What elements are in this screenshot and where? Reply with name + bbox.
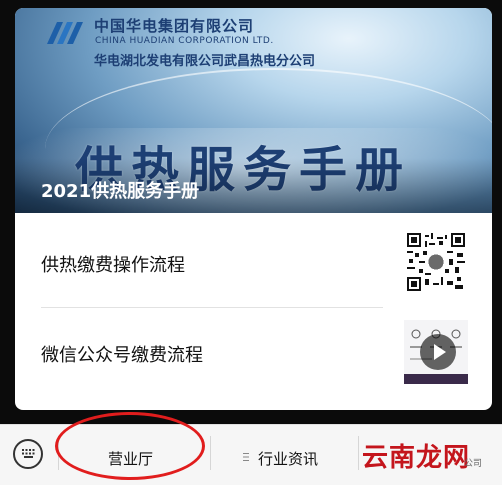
company-name-en: CHINA HUADIAN CORPORATION LTD. [95,36,274,46]
tab-industry-news[interactable]: 行业资讯 [211,436,358,476]
branch-name: 华电湖北发电有限公司武昌热电分公司 [94,54,316,69]
watermark-small: 公司 [464,459,483,469]
list-item-label: 供热缴费操作流程 [41,255,185,276]
highlight-circle [55,412,205,480]
company-name-cn: 中国华电集团有限公司 [94,17,255,35]
huadian-logo-icon [47,22,83,44]
list-item-label: 微信公众号缴费流程 [41,345,203,366]
banner-image[interactable]: 中国华电集团有限公司 CHINA HUADIAN CORPORATION LTD… [15,8,492,228]
article-card: 中国华电集团有限公司 CHINA HUADIAN CORPORATION LTD… [15,8,492,410]
menu-icon [243,453,249,461]
qr-code-icon [407,233,465,291]
tab-label: 行业资讯 [258,450,319,468]
video-strip [404,374,468,384]
keyboard-icon [22,449,35,458]
banner-caption: 2021供热服务手册 [41,181,200,202]
tab-divider [358,436,359,470]
keyboard-toggle-button[interactable] [13,439,43,469]
watermark: 云南龙网 [362,443,471,473]
play-icon[interactable] [420,334,456,370]
